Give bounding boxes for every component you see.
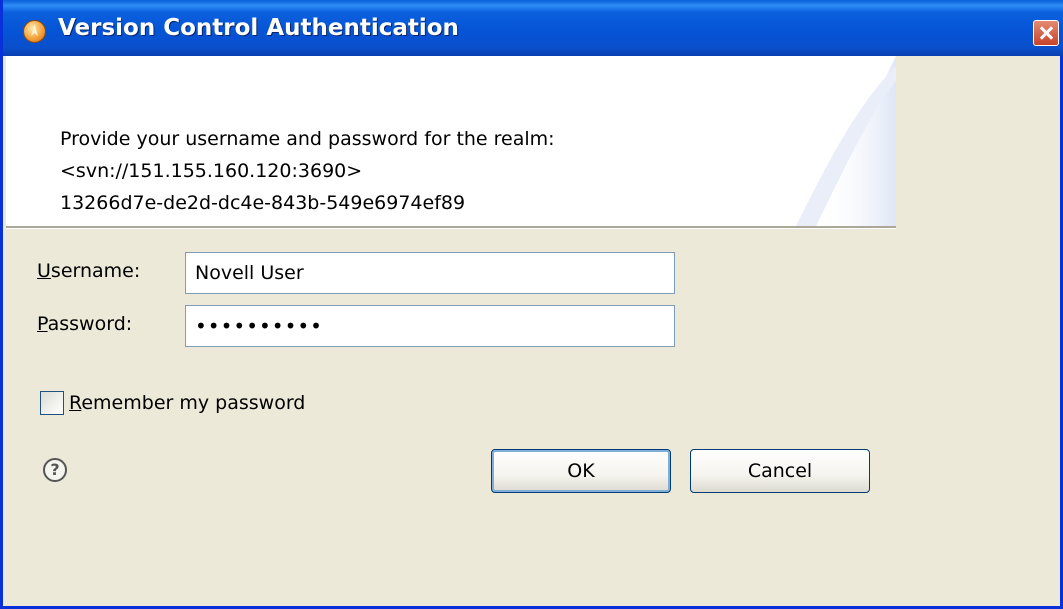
ok-button[interactable]: OK xyxy=(491,449,671,493)
username-label-text: sername: xyxy=(50,260,141,282)
remember-label-text: emember my password xyxy=(81,392,306,414)
password-mnemonic: P xyxy=(37,313,48,335)
auth-dialog: Version Control Authentication Provide y… xyxy=(0,0,1063,609)
username-mnemonic: U xyxy=(37,260,51,282)
banner-separator xyxy=(6,226,896,229)
realm-message-line1: Provide your username and password for t… xyxy=(60,128,555,150)
help-icon[interactable]: ? xyxy=(43,458,67,482)
password-label: Password: xyxy=(37,313,132,335)
password-field[interactable] xyxy=(185,305,675,347)
app-icon xyxy=(23,20,46,43)
username-label: Username: xyxy=(37,260,140,282)
cancel-button[interactable]: Cancel xyxy=(690,449,870,493)
window-title: Version Control Authentication xyxy=(58,15,459,41)
remember-password-checkbox[interactable] xyxy=(40,391,64,415)
remember-password-label[interactable]: Remember my password xyxy=(69,392,305,414)
realm-message-line2: <svn://151.155.160.120:3690> xyxy=(60,160,363,182)
username-field[interactable] xyxy=(185,252,675,294)
remember-mnemonic: R xyxy=(69,392,82,414)
title-bar[interactable]: Version Control Authentication xyxy=(3,0,1063,56)
banner-decoration xyxy=(796,56,896,226)
password-label-text: assword: xyxy=(47,313,133,335)
close-icon[interactable] xyxy=(1033,20,1059,46)
realm-message-line3: 13266d7e-de2d-dc4e-843b-549e6974ef89 xyxy=(60,192,466,214)
